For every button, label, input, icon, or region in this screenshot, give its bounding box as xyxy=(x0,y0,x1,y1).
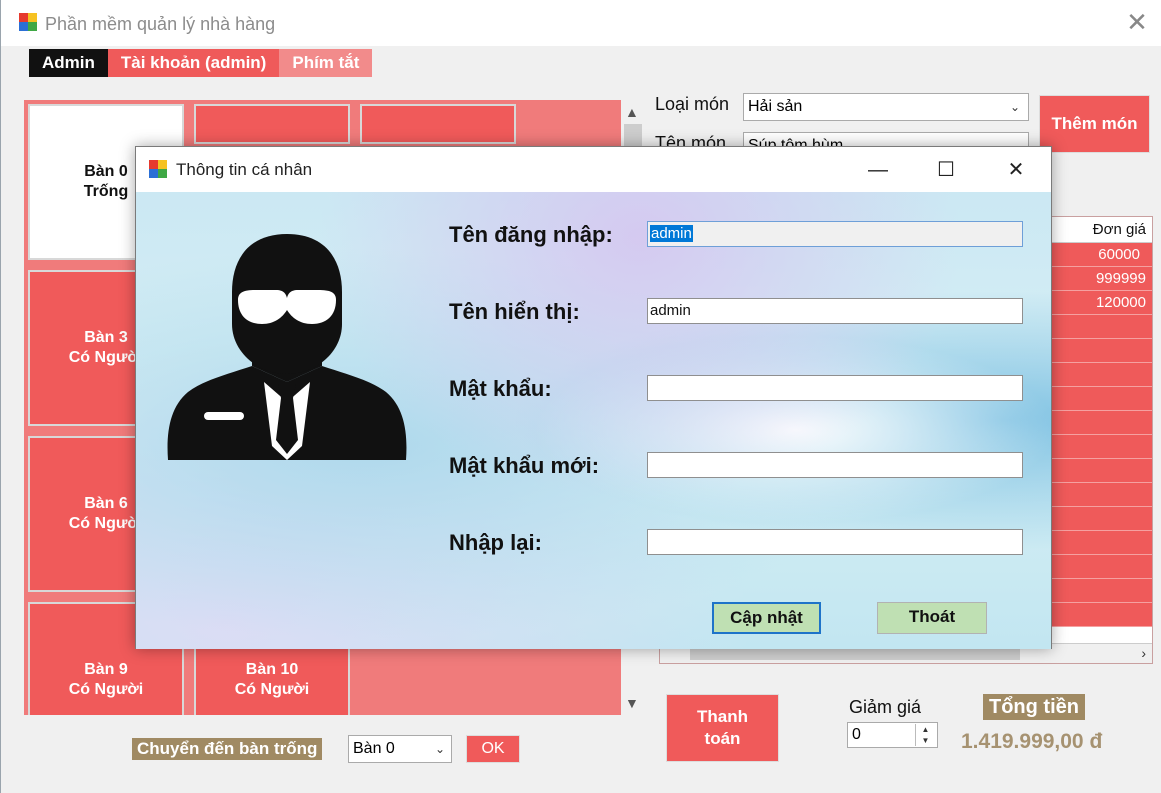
category-label: Loại món xyxy=(655,94,730,114)
table-button-1[interactable] xyxy=(194,104,350,144)
bill-price: 60000 xyxy=(1098,246,1140,263)
display-name-field[interactable]: admin xyxy=(647,298,1023,324)
table-name: Bàn 0 xyxy=(84,163,128,180)
table-status: Có Người xyxy=(234,681,310,698)
table-status: Có Người xyxy=(68,681,144,698)
close-icon[interactable]: ✕ xyxy=(1001,155,1031,185)
menu-account[interactable]: Tài khoản (admin) xyxy=(107,49,280,77)
move-table-label: Chuyển đến bàn trống xyxy=(132,738,323,760)
bill-price: 120000 xyxy=(1095,294,1146,311)
menu-bar: Admin Tài khoản (admin) Phím tắt xyxy=(29,49,373,77)
display-name-value: admin xyxy=(650,302,691,319)
update-button[interactable]: Cập nhật xyxy=(712,602,821,634)
password-field[interactable] xyxy=(647,375,1023,401)
retype-password-field[interactable] xyxy=(647,529,1023,555)
menu-shortcut[interactable]: Phím tắt xyxy=(279,49,373,77)
move-ok-button[interactable]: OK xyxy=(466,735,520,763)
user-avatar-icon xyxy=(166,232,408,470)
checkout-button[interactable]: Thanh toán xyxy=(666,694,779,762)
minimize-icon[interactable]: — xyxy=(863,155,893,185)
table-status: Có Người xyxy=(68,515,144,532)
discount-stepper[interactable]: 0 ▲ ▼ xyxy=(847,722,938,748)
discount-label: Giảm giá xyxy=(849,697,922,717)
category-value: Hải sản xyxy=(748,98,803,115)
total-label: Tổng tiền xyxy=(983,694,1085,720)
scroll-down-icon[interactable]: ▼ xyxy=(625,695,639,711)
main-titlebar: Phần mềm quản lý nhà hàng ✕ xyxy=(1,0,1161,46)
table-name: Bàn 10 xyxy=(245,661,299,678)
checkout-label-line2: toán xyxy=(704,729,741,748)
password-label: Mật khẩu: xyxy=(449,376,552,401)
username-field[interactable]: admin xyxy=(647,221,1023,247)
menu-admin[interactable]: Admin xyxy=(29,49,108,77)
dialog-titlebar: Thông tin cá nhân — ☐ ✕ xyxy=(136,147,1051,192)
table-name: Bàn 9 xyxy=(84,661,128,678)
main-window-title: Phần mềm quản lý nhà hàng xyxy=(45,14,276,34)
chevron-down-icon: ⌄ xyxy=(434,742,445,756)
spinner-arrows-icon[interactable]: ▲ ▼ xyxy=(915,724,935,746)
exit-button[interactable]: Thoát xyxy=(877,602,987,634)
discount-value: 0 xyxy=(852,726,861,743)
app-icon xyxy=(149,160,167,178)
username-label: Tên đăng nhập: xyxy=(449,222,613,247)
app-icon xyxy=(19,13,37,31)
move-table-select[interactable]: Bàn 0 ⌄ xyxy=(348,735,452,763)
total-value: 1.419.999,00 đ xyxy=(961,730,1103,753)
new-password-label: Mật khẩu mới: xyxy=(449,453,600,478)
new-password-field[interactable] xyxy=(647,452,1023,478)
display-name-label: Tên hiển thị: xyxy=(449,299,580,324)
dialog-body: Tên đăng nhập: admin Tên hiển thị: admin… xyxy=(136,192,1051,649)
username-value: admin xyxy=(650,225,693,242)
column-header-price[interactable]: Đơn giá xyxy=(1093,221,1146,238)
category-select[interactable]: Hải sản ⌄ xyxy=(743,93,1029,121)
table-button-2[interactable] xyxy=(360,104,516,144)
chevron-down-icon: ⌄ xyxy=(1009,100,1020,114)
table-status: Có Người xyxy=(68,349,144,366)
scroll-right-icon[interactable]: › xyxy=(1141,645,1146,661)
close-icon[interactable]: ✕ xyxy=(1123,8,1151,36)
table-name: Bàn 6 xyxy=(84,495,128,512)
retype-password-label: Nhập lại: xyxy=(449,530,542,555)
maximize-icon[interactable]: ☐ xyxy=(931,155,961,185)
move-table-selected: Bàn 0 xyxy=(353,740,395,757)
dialog-title: Thông tin cá nhân xyxy=(176,160,313,179)
scroll-up-icon[interactable]: ▲ xyxy=(625,104,639,120)
table-name: Bàn 3 xyxy=(84,329,128,346)
table-status: Trống xyxy=(83,183,129,200)
add-food-button[interactable]: Thêm món xyxy=(1039,95,1150,153)
checkout-label-line1: Thanh xyxy=(697,707,748,726)
profile-dialog: Thông tin cá nhân — ☐ ✕ Tên đăng nhập: a… xyxy=(135,146,1052,649)
bill-price: 999999 xyxy=(1095,270,1146,287)
